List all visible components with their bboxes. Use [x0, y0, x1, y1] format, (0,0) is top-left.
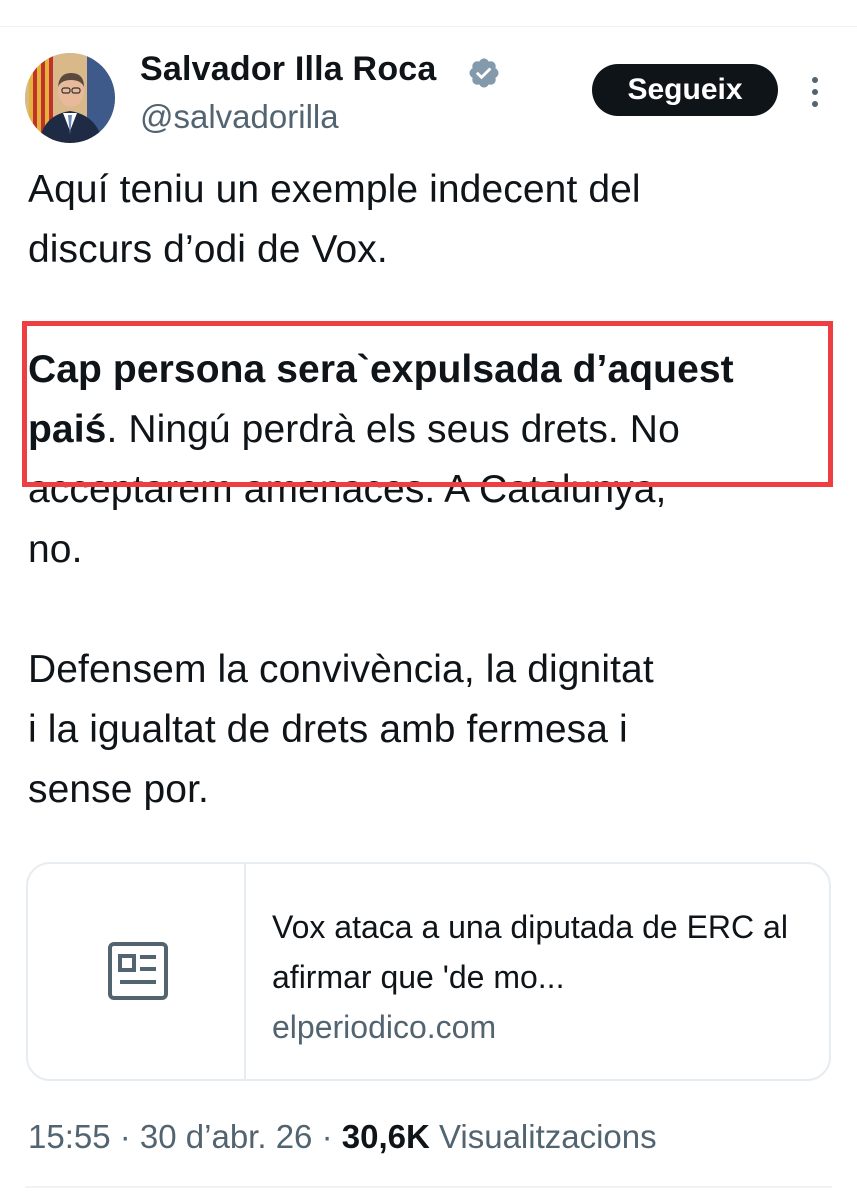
link-card-title[interactable]: Vox ataca a una diputada de ERC al afirm…: [272, 902, 812, 1002]
tweet-text: Aquí teniu un exemple indecent del discu…: [28, 160, 838, 820]
tweet-paragraph-3: Defensem la convivència, la dignitat i l…: [28, 648, 654, 811]
views-count: 30,6K: [341, 1118, 430, 1155]
top-divider: [0, 26, 857, 27]
author-name[interactable]: Salvador Illa Roca: [140, 50, 437, 89]
tweet-paragraph-1: Aquí teniu un exemple indecent del discu…: [28, 168, 641, 271]
meta-separator: ·: [110, 1118, 140, 1155]
bottom-divider: [25, 1186, 832, 1188]
verified-badge-icon: [469, 58, 499, 88]
link-card-thumbnail: [28, 864, 246, 1079]
views-label: Visualitzacions: [429, 1118, 657, 1155]
tweet-detail: Salvador Illa Roca @salvadorilla Segueix…: [0, 0, 857, 1200]
author-handle[interactable]: @salvadorilla: [140, 98, 339, 136]
tweet-meta: 15:55 · 30 d’abr. 26 · 30,6K Visualitzac…: [28, 1114, 657, 1160]
tweet-date[interactable]: 30 d’abr. 26: [140, 1118, 312, 1155]
tweet-paragraph-2: Cap persona sera`expulsada d’aquest paiś…: [28, 348, 734, 571]
avatar[interactable]: [25, 53, 115, 143]
tweet-time[interactable]: 15:55: [28, 1118, 111, 1155]
tweet-paragraph-2-rest: . Ningú perdrà els seus drets. No accept…: [28, 408, 680, 571]
link-card-domain: elperiodico.com: [272, 1009, 497, 1045]
article-icon: [108, 942, 168, 1000]
follow-button[interactable]: Segueix: [592, 64, 778, 116]
link-preview-card[interactable]: Vox ataca a una diputada de ERC al afirm…: [26, 862, 831, 1081]
meta-separator: ·: [312, 1118, 342, 1155]
more-options-icon[interactable]: [805, 72, 825, 112]
